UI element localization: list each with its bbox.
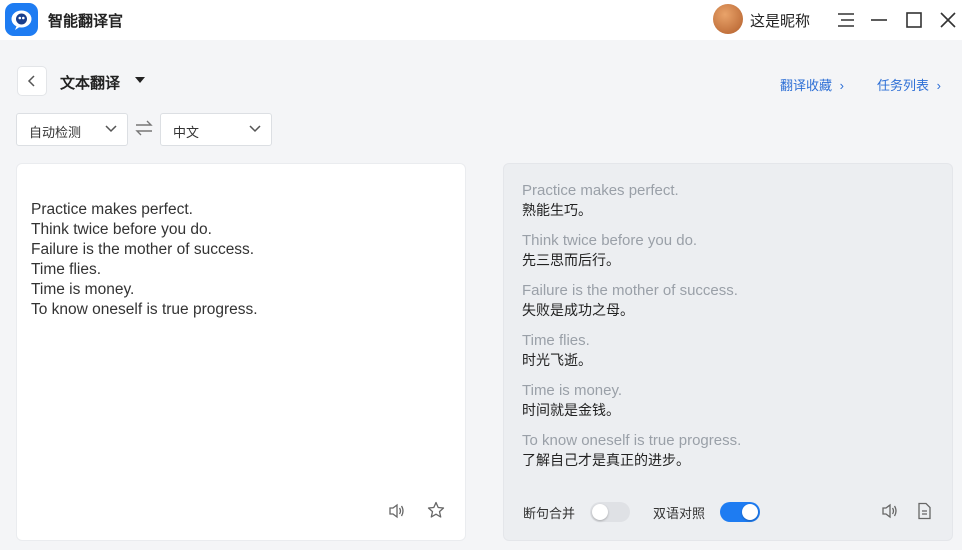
speaker-icon[interactable]	[387, 501, 407, 521]
target-language-value: 中文	[173, 125, 200, 140]
source-line: Failure is the mother of success.	[31, 241, 255, 258]
translation-pair: Time flies. 时光飞逝。	[522, 331, 592, 370]
chevron-down-icon	[105, 125, 117, 133]
translated-sentence: 先三思而后行。	[522, 252, 620, 268]
translated-sentence: 了解自己才是真正的进步。	[522, 452, 690, 468]
minimize-icon[interactable]	[867, 8, 891, 32]
original-sentence: To know oneself is true progress.	[522, 432, 742, 449]
user-name[interactable]: 这是昵称	[750, 10, 810, 31]
translation-pair: Time is money. 时间就是金钱。	[522, 381, 622, 420]
title-bar: 智能翻译官 这是昵称	[0, 0, 962, 40]
original-sentence: Time is money.	[522, 382, 623, 399]
maximize-icon[interactable]	[902, 8, 926, 32]
translated-sentence: 时间就是金钱。	[522, 402, 620, 418]
speaker-icon[interactable]	[880, 501, 900, 521]
translated-sentence: 熟能生巧。	[522, 202, 592, 218]
favorites-link-label: 翻译收藏	[780, 78, 833, 93]
source-line: Time flies.	[31, 261, 102, 278]
copy-icon[interactable]	[914, 501, 934, 521]
caret-down-icon[interactable]	[135, 77, 145, 83]
target-language-select[interactable]: 中文	[160, 113, 272, 146]
translation-result-panel: Practice makes perfect. 熟能生巧。 Think twic…	[503, 163, 953, 541]
merge-sentences-toggle[interactable]	[590, 502, 630, 522]
task-list-link[interactable]: 任务列表 ›	[877, 75, 941, 94]
chevron-left-icon	[27, 75, 35, 87]
translated-sentence: 时光飞逝。	[522, 352, 592, 368]
source-line: Practice makes perfect.	[31, 201, 193, 218]
chevron-right-icon: ›	[839, 78, 844, 93]
source-line: To know oneself is true progress.	[31, 301, 258, 318]
original-sentence: Think twice before you do.	[522, 232, 698, 249]
source-text-input[interactable]: Practice makes perfect. Think twice befo…	[31, 200, 258, 320]
bilingual-label: 双语对照	[653, 506, 706, 521]
app-title: 智能翻译官	[48, 13, 124, 30]
merge-sentences-label: 断句合并	[523, 506, 576, 521]
app-logo	[5, 3, 38, 36]
translation-pair: Think twice before you do. 先三思而后行。	[522, 231, 697, 270]
source-line: Time is money.	[31, 281, 135, 298]
chevron-right-icon: ›	[936, 78, 941, 93]
source-language-value: 自动检测	[29, 125, 82, 140]
translated-sentence: 失败是成功之母。	[522, 302, 634, 318]
source-line: Think twice before you do.	[31, 221, 212, 238]
toggle-knob	[742, 504, 758, 520]
source-language-select[interactable]: 自动检测	[16, 113, 128, 146]
favorites-link[interactable]: 翻译收藏 ›	[780, 75, 844, 94]
original-sentence: Failure is the mother of success.	[522, 282, 738, 299]
star-icon[interactable]	[426, 500, 446, 520]
mode-title[interactable]: 文本翻译	[60, 72, 120, 93]
original-sentence: Practice makes perfect.	[522, 182, 679, 199]
chevron-down-icon	[249, 125, 261, 133]
swap-languages-icon[interactable]	[134, 120, 154, 141]
translation-pair: Failure is the mother of success. 失败是成功之…	[522, 281, 738, 320]
toggle-knob	[592, 504, 608, 520]
original-sentence: Time flies.	[522, 332, 590, 349]
close-icon[interactable]	[936, 8, 960, 32]
task-list-link-label: 任务列表	[877, 78, 930, 93]
bilingual-toggle[interactable]	[720, 502, 760, 522]
source-text-panel[interactable]: Practice makes perfect. Think twice befo…	[16, 163, 466, 541]
translation-pair: Practice makes perfect. 熟能生巧。	[522, 181, 679, 220]
back-button[interactable]	[17, 66, 47, 96]
avatar[interactable]	[713, 4, 743, 34]
menu-icon[interactable]	[834, 8, 858, 32]
translation-pair: To know oneself is true progress. 了解自己才是…	[522, 431, 741, 470]
